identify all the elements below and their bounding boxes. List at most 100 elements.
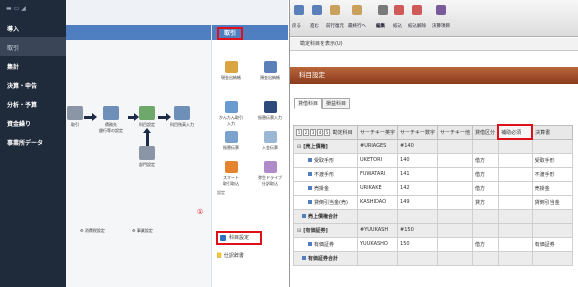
cell-kubun[interactable]: 借方 <box>472 166 499 182</box>
cell-kessan[interactable]: 売掛金 <box>531 180 573 196</box>
cell-name[interactable]: 貸倒引当金(売) <box>293 194 358 210</box>
col-search-en[interactable]: サーチキー英字 <box>356 124 399 140</box>
sidebar-item-shukei[interactable]: 集計 <box>0 56 66 75</box>
cell-kubun[interactable]: 借方 <box>472 152 499 168</box>
cell-kubun[interactable] <box>472 208 499 224</box>
flow-node-zandaka[interactable]: 科目残高入力 <box>167 106 197 128</box>
cell-other[interactable] <box>437 180 474 196</box>
cell-en[interactable] <box>356 250 399 266</box>
col-kubun[interactable]: 貸借区分 <box>472 124 499 140</box>
flow-node-bank[interactable]: 債務先 銀行等の設定 <box>94 106 128 134</box>
forward-button[interactable]: 進む <box>310 23 319 29</box>
cell-other[interactable] <box>437 194 474 210</box>
cell-num[interactable] <box>397 250 439 266</box>
edit-button[interactable]: 編集 <box>376 23 385 29</box>
tab-soneki[interactable]: 損益科目 <box>322 98 351 109</box>
cell-en[interactable] <box>356 208 399 224</box>
level-2-button[interactable]: 2 <box>303 128 309 136</box>
table-row[interactable]: 貸倒引当金(売) KASHIDAO 149 貸方 貸倒引当金 <box>293 194 573 210</box>
menu-drive[interactable]: 弥生ドライブ 仕訳取込 <box>251 161 288 187</box>
table-row[interactable]: 有価証券合計 <box>293 250 573 266</box>
cell-kubun[interactable] <box>472 222 499 238</box>
cell-num[interactable]: 149 <box>397 194 439 210</box>
sidebar-item-jigyosho[interactable]: 事業所データ <box>0 132 66 151</box>
cell-kessan[interactable]: 不渡手形 <box>531 166 573 182</box>
cell-kubun[interactable] <box>472 138 499 154</box>
cell-name[interactable]: 売上債権合計 <box>293 208 358 224</box>
col-kessansho[interactable]: 決算書 <box>531 124 573 140</box>
cell-req[interactable] <box>497 138 533 154</box>
cell-name[interactable]: ⊟ [売上債権] <box>293 138 358 154</box>
menu-genkin[interactable]: 現金出納帳 <box>212 61 250 81</box>
cell-kubun[interactable]: 借方 <box>472 236 499 252</box>
level-4-button[interactable]: 4 <box>317 128 323 136</box>
last-row-button[interactable]: 最終行へ <box>348 23 366 29</box>
collapse-icon[interactable]: ⊟ <box>297 228 301 234</box>
cell-req[interactable] <box>497 180 533 196</box>
cell-num[interactable]: 150 <box>397 236 439 252</box>
menu-yokin[interactable]: 預金出納帳 <box>251 61 288 81</box>
sidebar-item-donyu[interactable]: 導入 <box>0 18 66 37</box>
cell-en[interactable]: #URIAGES <box>356 138 399 154</box>
table-row[interactable]: 不渡手形 FUWATARI 141 借方 不渡手形 <box>293 166 573 182</box>
cell-req[interactable] <box>497 250 533 266</box>
level-3-button[interactable]: 3 <box>310 128 316 136</box>
cell-name[interactable]: 受取手形 <box>293 152 358 168</box>
cell-kessan[interactable]: 有価証券 <box>531 236 573 252</box>
cell-kubun[interactable]: 貸方 <box>472 194 499 210</box>
cell-other[interactable] <box>437 138 474 154</box>
cell-req[interactable] <box>497 208 533 224</box>
cell-kessan[interactable] <box>531 208 573 224</box>
cell-kessan[interactable] <box>531 138 573 154</box>
cell-en[interactable]: #YUUKASH <box>356 222 399 238</box>
col-hojo-hissu-highlighted[interactable]: 補助必須 <box>497 124 534 140</box>
torihiki-tab-highlighted[interactable]: 取引 <box>217 27 243 40</box>
kamoku-settings-button-highlighted[interactable]: 科目設定 <box>216 231 262 245</box>
cell-num[interactable]: 140 <box>397 152 439 168</box>
menu-nyukin[interactable]: 入金伝票 <box>251 131 288 151</box>
cell-name[interactable]: ⊟ [有価証券] <box>293 222 358 238</box>
cell-req[interactable] <box>497 166 533 182</box>
show-accounts-toggle[interactable]: 勘定科目を表示(U) <box>290 38 578 51</box>
table-row[interactable]: 売上債権合計 <box>293 208 573 224</box>
cell-other[interactable] <box>437 222 474 238</box>
cell-num[interactable]: 141 <box>397 166 439 182</box>
flow-node-kamoku[interactable]: 科目設定 <box>136 106 158 128</box>
tab-taishaku[interactable]: 貸借科目 <box>294 98 323 109</box>
menu-furikae[interactable]: 振替伝票 <box>212 131 250 151</box>
table-row[interactable]: 売掛金 URIKAKE 142 借方 売掛金 <box>293 180 573 196</box>
cell-kubun[interactable] <box>472 250 499 266</box>
cell-name[interactable]: 不渡手形 <box>293 166 358 182</box>
menu-furikae-nyuryoku[interactable]: 振替伝票入力 <box>251 101 288 121</box>
cell-req[interactable] <box>497 222 533 238</box>
cell-en[interactable]: URIKAKE <box>356 180 399 196</box>
level-1-button[interactable]: 1 <box>296 128 302 136</box>
cell-en[interactable]: UKETORI <box>356 152 399 168</box>
cell-kubun[interactable]: 借方 <box>472 180 499 196</box>
cell-name[interactable]: 有価証券 <box>293 236 358 252</box>
cell-en[interactable]: FUWATARI <box>356 166 399 182</box>
cell-other[interactable] <box>437 236 474 252</box>
sidebar-item-shikinguri[interactable]: 資金繰り <box>0 113 66 132</box>
table-row[interactable]: ⊟ [有価証券] #YUUKASH #150 <box>293 222 573 238</box>
cell-name[interactable]: 売掛金 <box>293 180 358 196</box>
cell-num[interactable] <box>397 208 439 224</box>
filter-clear-button[interactable]: 絞込解除 <box>408 23 426 29</box>
sidebar-item-bunseki[interactable]: 分析・予算 <box>0 94 66 113</box>
menu-kantan[interactable]: かんたん取引 入力 <box>212 101 250 127</box>
cell-num[interactable]: #150 <box>397 222 439 238</box>
cell-en[interactable]: KASHIDAO <box>356 194 399 210</box>
menu-smart[interactable]: スマート 取引取込 <box>212 161 250 187</box>
restore-row-button[interactable]: 前行復元 <box>326 23 344 29</box>
cell-kessan[interactable]: 受取手形 <box>531 152 573 168</box>
level-5-button[interactable]: 5 <box>324 128 330 136</box>
cell-other[interactable] <box>437 250 474 266</box>
col-search-num[interactable]: サーチキー数字 <box>397 124 439 140</box>
cell-kessan[interactable] <box>531 250 573 266</box>
collapse-icon[interactable]: ⊟ <box>297 144 301 150</box>
table-row[interactable]: ⊟ [売上債権] #URIAGES #140 <box>293 138 573 154</box>
table-row[interactable]: 有価証券 YUUKASHO 150 借方 有価証券 <box>293 236 573 252</box>
sidebar-item-torihiki[interactable]: 取引 <box>0 37 66 56</box>
jigyo-settings-link[interactable]: ⚙ 事業設定 <box>132 228 153 234</box>
cell-other[interactable] <box>437 152 474 168</box>
